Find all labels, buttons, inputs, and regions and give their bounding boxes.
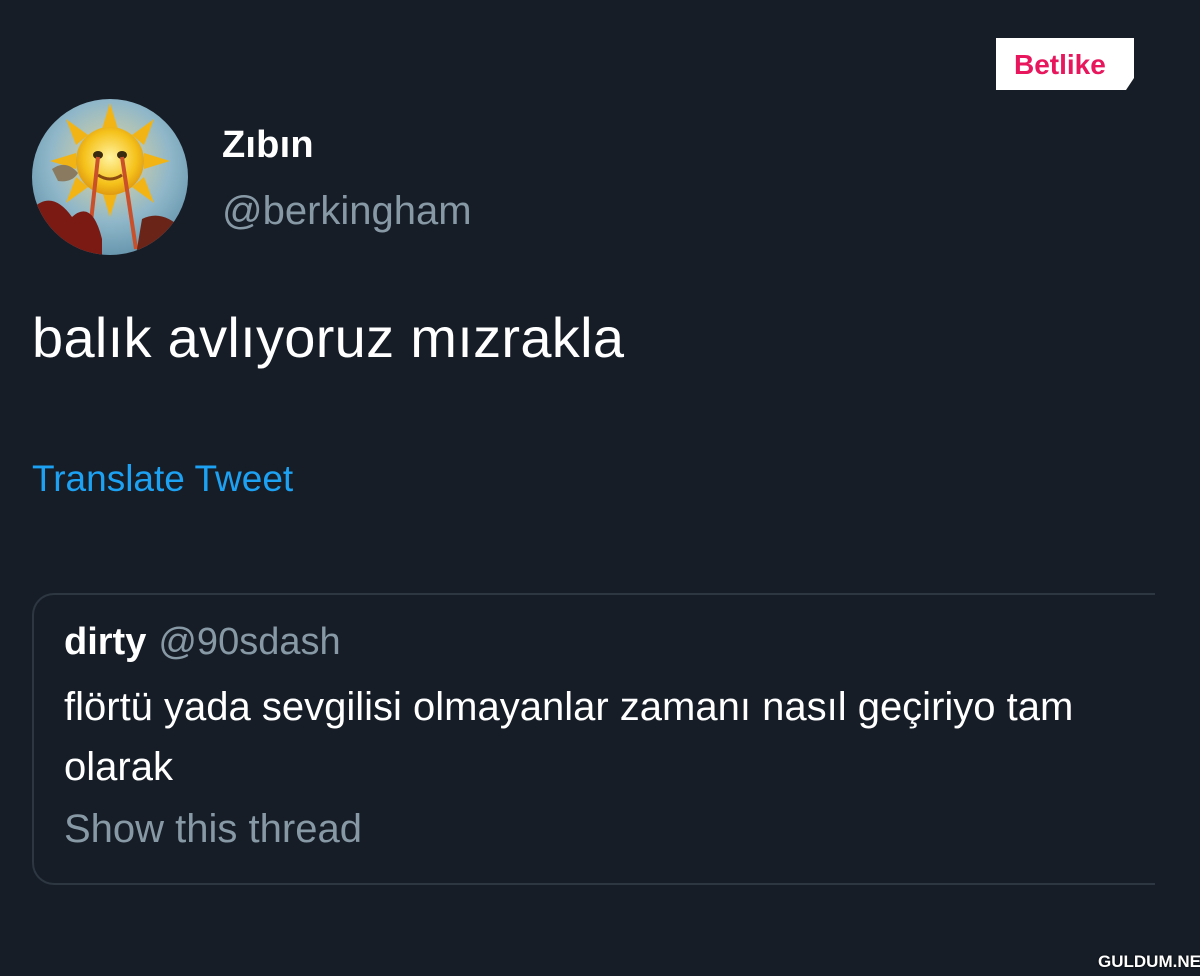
quoted-user-handle: @90sdash xyxy=(158,621,341,663)
quoted-tweet-author: dirty @90sdash xyxy=(64,621,341,664)
tweet-screenshot: Betlike Zıbın @berkingham balık avlıyoru… xyxy=(0,0,1200,976)
quoted-tweet-text: flörtü yada sevgilisi olmayanlar zamanı … xyxy=(64,685,1074,789)
betlike-logo: Betlike xyxy=(996,38,1134,90)
user-handle[interactable]: @berkingham xyxy=(222,189,472,234)
quoted-tweet-card[interactable]: dirty @90sdash flörtü yada sevgilisi olma… xyxy=(32,593,1155,885)
quoted-display-name: dirty xyxy=(64,621,147,663)
betlike-logo-text: Betlike xyxy=(1014,49,1106,80)
sun-avatar-icon xyxy=(32,99,188,255)
display-name[interactable]: Zıbın xyxy=(222,124,314,167)
show-thread-link[interactable]: Show this thread xyxy=(64,807,362,852)
avatar[interactable] xyxy=(32,99,188,255)
translate-tweet-link[interactable]: Translate Tweet xyxy=(32,458,293,500)
tweet-text: balık avlıyoruz mızrakla xyxy=(32,306,625,369)
guldum-watermark: GULDUM.NET xyxy=(1098,952,1200,971)
